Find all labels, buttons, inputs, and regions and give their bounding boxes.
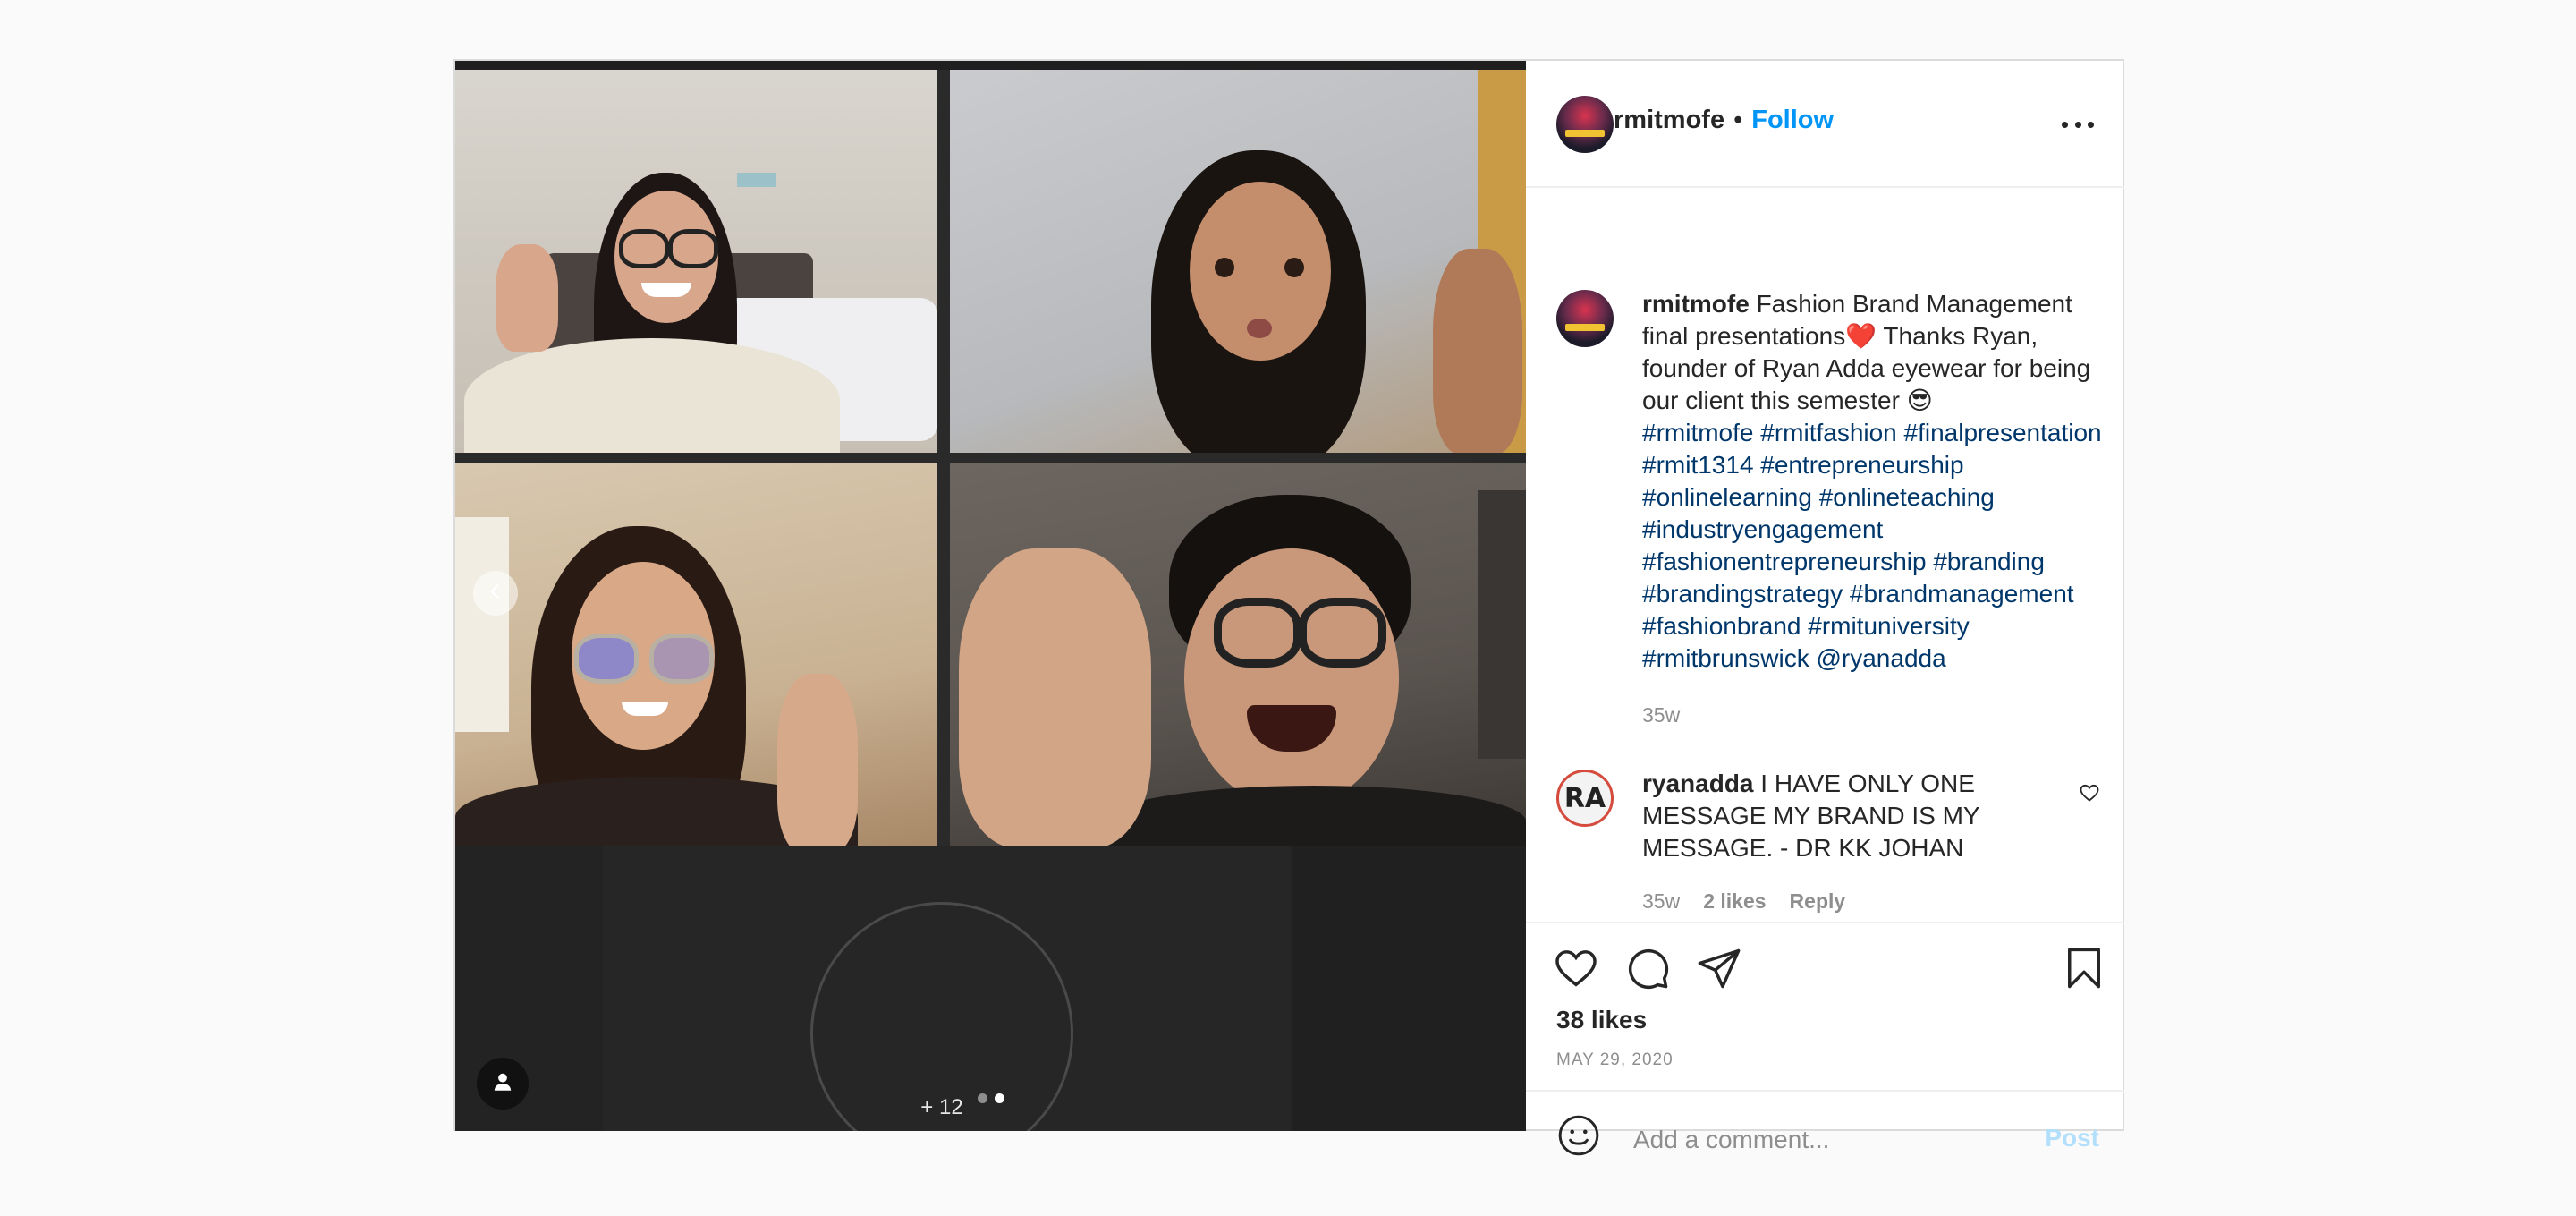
glasses [574,634,639,684]
author-avatar[interactable] [1556,96,1614,153]
heart-icon[interactable] [1553,945,1599,996]
eye [1284,258,1304,277]
author-line: rmitmofe • Follow [1614,106,1834,135]
separator-dot: • [1733,106,1743,134]
video-tile-2 [950,70,1526,453]
cabinet [455,517,509,732]
glasses [1214,598,1301,668]
comment-meta: 35w 2 likes Reply [1642,889,1845,914]
post-date[interactable]: MAY 29, 2020 [1556,1050,1674,1070]
video-tile-4 [950,463,1526,846]
carousel-dot [978,1093,987,1103]
person-face [1184,548,1399,808]
reply-button[interactable]: Reply [1790,889,1846,914]
emoji-icon[interactable] [1556,1113,1601,1162]
post-header: rmitmofe • Follow [1526,61,2124,188]
post-sidebar: rmitmofe • Follow rmitmofe Fashion Brand… [1526,61,2124,1163]
smile [622,702,668,716]
action-bar [1526,922,2124,990]
participants-panel-right [1292,846,1526,1131]
comment-likes[interactable]: 2 likes [1703,889,1766,914]
more-horizontal-icon [2062,121,2068,128]
comment-time[interactable]: 35w [1642,889,1680,914]
caption: rmitmofe Fashion Brand Management final … [1642,288,2107,675]
commenter-avatar[interactable]: RA [1556,770,1614,827]
picture-frame [1478,490,1526,759]
more-options-button[interactable] [2062,116,2094,132]
comment-like-icon[interactable] [2079,782,2100,808]
likes-count[interactable]: 38 likes [1556,1006,1647,1034]
glasses [1299,598,1386,668]
instagram-post: + 12 rmitmofe • Follow rmitmofe Fashion … [453,59,2124,1163]
eye [1215,258,1234,277]
comment-input[interactable] [1631,1117,2011,1163]
comment-icon[interactable] [1624,945,1671,996]
author-username[interactable]: rmitmofe [1614,106,1724,135]
carousel-indicator [978,1093,1004,1103]
comments-section[interactable]: rmitmofe Fashion Brand Management final … [1526,188,2124,922]
post-comment-button[interactable]: Post [2045,1124,2099,1152]
caption-hashtags[interactable]: #rmitmofe #rmitfashion #finalpresentatio… [1642,419,2102,672]
caption-time[interactable]: 35w [1642,703,1680,727]
smile [641,283,691,297]
pursed-lips [1247,319,1272,338]
caption-avatar[interactable] [1556,290,1614,347]
thumbs-up-hand [1433,249,1522,453]
comment-username[interactable]: ryanadda [1642,770,1754,797]
peace-sign-hand [777,674,858,846]
glasses [619,229,669,268]
media-top-strip [455,61,1526,70]
comment: ryanadda I HAVE ONLY ONE MESSAGE MY BRAN… [1642,768,2018,864]
heart-emoji: ❤️ [1845,322,1877,350]
wall-decoration [737,173,776,187]
follow-button[interactable]: Follow [1751,106,1834,135]
more-participants-count: + 12 [920,1095,963,1119]
carousel-prev-button[interactable] [473,571,518,616]
peace-sign-hand [496,244,558,352]
sunglasses-emoji: 😎 [1906,387,1933,414]
video-tile-1 [455,70,937,453]
bookmark-icon[interactable] [2061,945,2107,996]
glasses [668,229,718,268]
post-media[interactable]: + 12 [455,61,1526,1131]
caption-username[interactable]: rmitmofe [1642,290,1750,318]
share-icon[interactable] [1696,945,1742,996]
sweater [1102,786,1526,846]
tagged-users-button[interactable] [477,1058,529,1110]
chevron-left-icon [486,578,505,608]
carousel-dot-active [995,1093,1004,1103]
sweater [464,338,840,453]
video-tile-3 [455,463,937,846]
peace-sign-hand [959,548,1151,846]
glasses [649,634,714,684]
user-tag-icon [491,1070,514,1098]
